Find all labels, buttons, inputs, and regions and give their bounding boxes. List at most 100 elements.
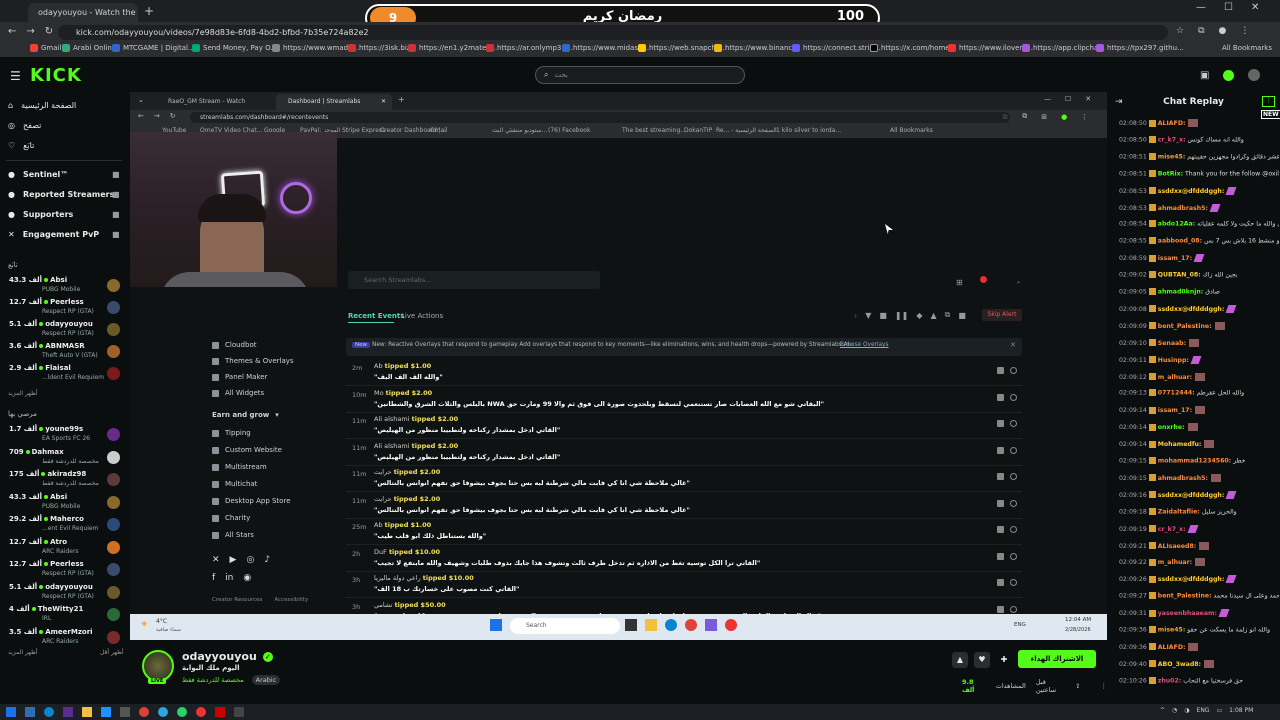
chat-username[interactable]: ALIsaeed8: [1158,543,1197,550]
chat-username[interactable]: issam_17: [1158,407,1192,414]
bookmark[interactable]: Gmail [30,44,61,52]
bookmark[interactable]: https://x.com/home [870,44,950,52]
copy-icon[interactable] [997,526,1004,533]
telegram-icon[interactable] [158,707,168,717]
stream-category[interactable]: مخصصة للدردشة فقط [182,676,244,684]
notification-bell-button[interactable]: ▲ [952,652,968,668]
chat-username[interactable]: ahmadbrash5: [1158,205,1208,212]
event-row[interactable]: 2h DuF tipped $10.00 "القاتي ترا الكل توسي… [346,546,1022,572]
copy-icon[interactable] [997,420,1004,427]
captured-bookmark[interactable]: ستوديو منشئي البث... [492,127,547,134]
channel-row[interactable]: 43.3 ألف Absi PUBG Mobile [6,492,122,514]
browse-overlays-link[interactable]: Browse Overlays [840,342,889,348]
gift-icon[interactable]: ✚ [996,652,1012,668]
skip-alert-button[interactable]: Skip Alert [982,309,1022,321]
copy-icon[interactable] [997,393,1004,401]
bookmark[interactable]: https://tpx297.githu... [1096,44,1184,52]
sl-menu-all-stars[interactable]: All Stars [212,531,254,539]
back-icon[interactable]: ← [8,26,16,37]
app-icon[interactable] [215,707,225,717]
bookmark[interactable]: https://connect.strip... [792,44,881,52]
app-icon[interactable] [101,707,111,717]
windows-start-icon[interactable] [6,707,16,717]
chat-username[interactable]: ahmad0knjn: [1158,289,1203,296]
copy-icon[interactable] [997,605,1004,613]
instagram-icon[interactable]: ◎ [246,555,254,565]
sl-menu-all-widgets[interactable]: All Widgets [212,389,264,397]
channel-row[interactable]: 5.1 ألف odayyouyou Respect RP (GTA) [6,582,122,604]
windows-start-icon[interactable] [490,619,502,631]
event-row[interactable]: 11m حرايت tipped $2.00 "غالي ملاحظة شي انا… [346,493,1022,519]
taskbar-search[interactable]: Search [510,618,620,634]
chat-username[interactable]: ssddxx@dfdddggh: [1158,492,1225,499]
app-icon[interactable] [196,707,206,717]
creator-resources-link[interactable]: Creator Resources [212,597,262,603]
ext-supporters[interactable]: ● Supporters ■ [8,210,120,219]
bookmark[interactable]: https://www.midasb... [562,44,649,52]
bookmark[interactable]: MTCGAME | Digital... [112,44,195,52]
captured-tab-1[interactable]: RaeO_GM Stream - Watch [156,94,266,109]
video-player[interactable]: ⌄ RaeO_GM Stream - Watch Dashboard | Str… [130,92,1107,688]
star-icon[interactable]: ☆ [1176,26,1184,36]
chat-username[interactable]: ALIAFD: [1158,644,1186,651]
chat-username[interactable]: bent_Palestine: [1158,323,1212,330]
chat-username[interactable]: mise45: [1158,627,1186,634]
maximize-icon[interactable]: ☐ [1224,2,1233,13]
gift-subscribe-button[interactable]: الاشتراك الهداء [1018,650,1096,668]
captured-bookmark[interactable]: DokanTIP [684,127,712,134]
chrome-icon[interactable] [139,707,149,717]
copy-icon[interactable] [997,446,1004,454]
channel-row[interactable]: 709 Dahmax مخصصة للدردشة فقط [6,447,122,469]
bookmark[interactable]: https://www.ilovem... [948,44,1033,52]
captured-bookmark[interactable]: (76) Facebook [548,127,590,134]
chat-username[interactable]: mise45: [1158,153,1186,160]
chat-username[interactable]: Husinpp: [1158,357,1189,364]
ext-engagement-pvp[interactable]: ✕ Engagement PvP ■ [8,230,120,239]
chat-username[interactable]: abdo12Aa: [1158,221,1195,228]
chat-username[interactable]: zhu02: [1158,677,1182,684]
tiktok-icon[interactable]: ♪ [264,555,270,565]
event-row[interactable]: 11m Ali alshami tipped $2.00 "القاتي ادخل … [346,440,1022,466]
x-social-icon[interactable]: ✕ [212,555,220,565]
captured-tab-2[interactable]: Dashboard | Streamlabs ✕ [276,94,392,110]
copy-icon[interactable] [997,367,1004,374]
channel-row[interactable]: 4 ألف TheWitty21 IRL [6,604,122,626]
show-more-recommended[interactable]: أظهر المزيد [8,649,38,656]
captured-bookmark[interactable]: Gmail [430,127,448,134]
captured-bookmark[interactable]: Re... - الصفحة الرئيسية [716,127,777,134]
chat-username[interactable]: BotRix: [1158,170,1183,177]
kick-logo[interactable]: KICK [30,65,82,86]
chat-username[interactable]: ahmadbrash5: [1158,475,1208,482]
chat-username[interactable]: issam_17: [1158,255,1192,262]
new-tab-icon[interactable]: + [144,4,154,18]
channel-row[interactable]: 3.5 ألف AmeerMzori ARC Raiders [6,627,122,649]
ext-reported-streamers[interactable]: ● Reported Streamers ■ [8,190,120,199]
channel-row[interactable]: 43.3 ألف Absi PUBG Mobile [6,275,122,297]
sl-search-input[interactable]: Search Streamlabs... [348,271,600,289]
bookmark[interactable]: https://www.binanc... [714,44,799,52]
chat-username[interactable]: ssddxx@dfdddggh: [1158,188,1225,195]
app-icon[interactable] [234,707,244,717]
search-input[interactable]: ⌕ بحث [535,66,745,84]
more-options-icon[interactable]: ⋮ [1101,682,1108,690]
channel-row[interactable]: 3.6 ألف ABNMASR Theft Auto V (GTA) [6,341,122,363]
nav-home[interactable]: ⌂ الصفحة الرئيسية [8,101,76,110]
chat-username[interactable]: aabbood_08: [1158,238,1202,245]
channel-row[interactable]: 2.9 ألف Flaisal ...ldent Evil Requiem [6,363,122,385]
sl-menu-panel-maker[interactable]: Panel Maker [212,373,267,381]
controller-icon[interactable]: ▣ [1200,70,1209,81]
accessibility-link[interactable]: Accessibility [274,597,308,603]
app-icon[interactable] [63,707,73,717]
replay-icon[interactable] [1010,579,1017,586]
chat-username[interactable]: m_alhuar: [1158,374,1192,381]
bookmark[interactable]: https://app.clipcha... [1022,44,1105,52]
chat-username[interactable]: yaseenbhaaeam: [1158,610,1217,617]
linkedin-icon[interactable]: in [225,573,233,583]
reload-icon[interactable]: ↻ [45,26,53,37]
sl-menu-charity[interactable]: Charity [212,514,250,522]
copy-icon[interactable] [997,499,1004,507]
event-row[interactable]: 10m Mo tipped $2.00 "بالبلس والثلاث الشرق … [346,387,1022,413]
channel-row[interactable]: 12.7 ألف Peerless Respect RP (GTA) [6,297,122,319]
extensions-icon[interactable]: ⧉ [1198,26,1204,36]
clock[interactable]: 1:08 PM [1229,707,1253,714]
